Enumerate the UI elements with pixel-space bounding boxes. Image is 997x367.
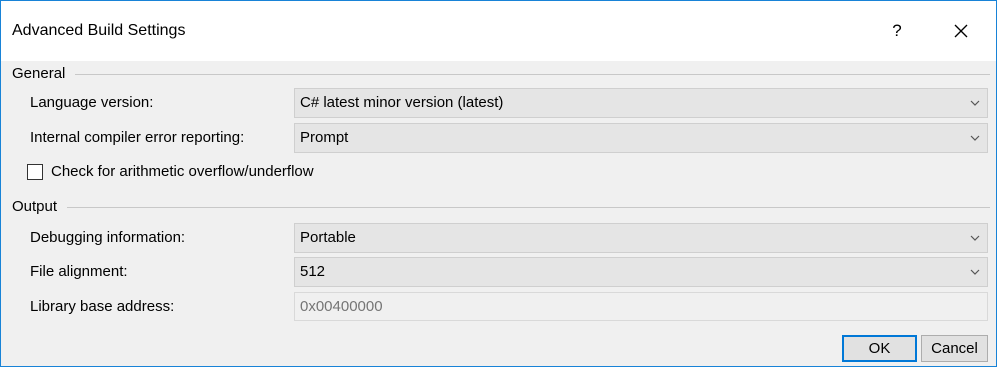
- language-version-dropdown[interactable]: C# latest minor version (latest): [294, 88, 988, 118]
- arithmetic-overflow-label: Check for arithmetic overflow/underflow: [51, 163, 314, 180]
- output-section-header: Output: [12, 198, 990, 216]
- debugging-information-value: Portable: [300, 229, 356, 246]
- close-button[interactable]: [945, 15, 977, 47]
- file-alignment-value: 512: [300, 263, 326, 280]
- library-base-address-field[interactable]: [295, 293, 987, 320]
- close-icon: [954, 24, 968, 38]
- help-button[interactable]: ?: [881, 15, 913, 47]
- general-section-header: General: [12, 65, 990, 83]
- library-base-address-label: Library base address:: [30, 298, 175, 315]
- compiler-error-reporting-label: Internal compiler error reporting:: [30, 129, 245, 146]
- language-version-value: C# latest minor version (latest): [300, 94, 504, 111]
- chevron-down-icon: [970, 100, 980, 106]
- advanced-build-settings-dialog: Advanced Build Settings ? General Langua…: [0, 0, 997, 367]
- compiler-error-reporting-value: Prompt: [300, 129, 349, 146]
- file-alignment-label: File alignment:: [30, 263, 128, 280]
- dialog-title: Advanced Build Settings: [12, 22, 186, 39]
- chevron-down-icon: [970, 269, 980, 275]
- library-base-address-field-container: [294, 292, 988, 321]
- debugging-information-dropdown[interactable]: Portable: [294, 223, 988, 253]
- chevron-down-icon: [970, 135, 980, 141]
- general-section-title: General: [12, 65, 66, 82]
- cancel-button[interactable]: Cancel: [921, 335, 988, 362]
- debugging-information-label: Debugging information:: [30, 229, 186, 246]
- file-alignment-dropdown[interactable]: 512: [294, 257, 988, 287]
- language-version-label: Language version:: [30, 94, 154, 111]
- ok-button[interactable]: OK: [842, 335, 917, 362]
- arithmetic-overflow-checkbox[interactable]: [27, 164, 43, 180]
- chevron-down-icon: [970, 235, 980, 241]
- title-bar: Advanced Build Settings ?: [1, 1, 996, 61]
- output-section-divider: [67, 207, 990, 208]
- arithmetic-overflow-checkbox-row[interactable]: Check for arithmetic overflow/underflow: [27, 163, 314, 181]
- compiler-error-reporting-dropdown[interactable]: Prompt: [294, 123, 988, 153]
- output-section-title: Output: [12, 198, 58, 215]
- general-section-divider: [75, 74, 990, 75]
